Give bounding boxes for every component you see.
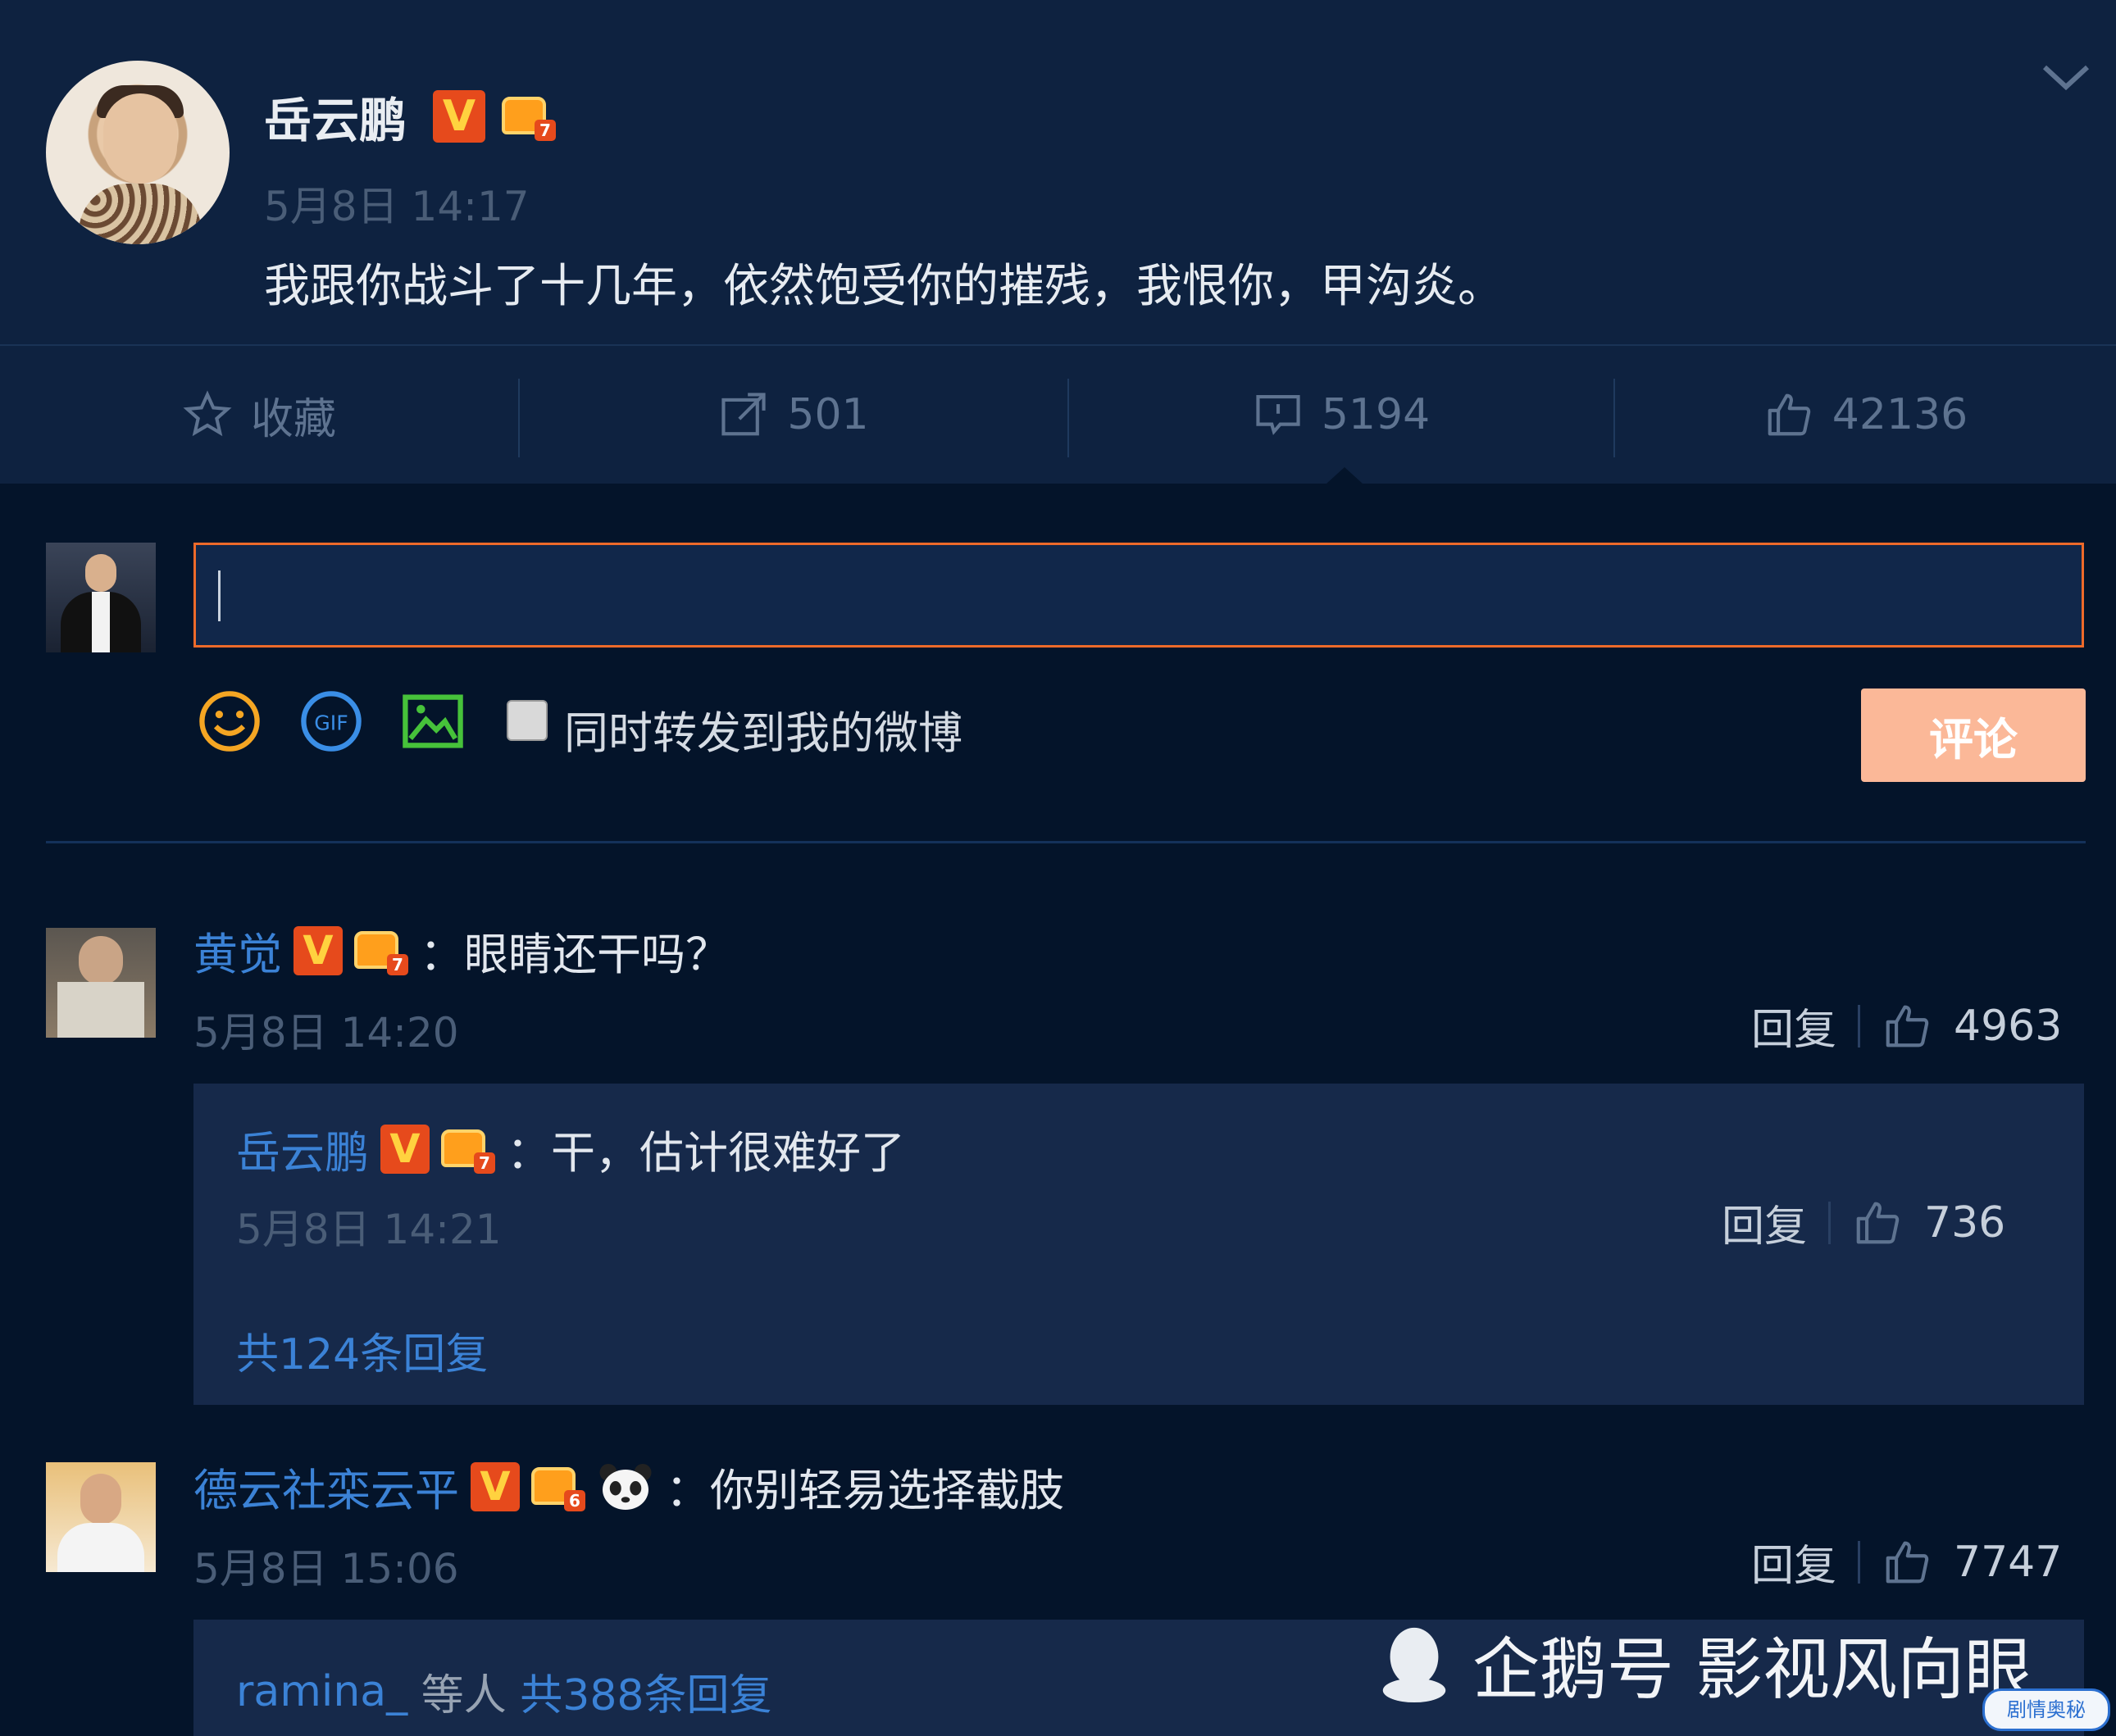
commenter-name[interactable]: 黄觉 bbox=[193, 918, 282, 983]
thumbs-up-icon[interactable] bbox=[1852, 1197, 1903, 1248]
thumbs-up-icon[interactable] bbox=[1882, 1537, 1932, 1588]
section-divider bbox=[46, 841, 2086, 843]
view-all-replies-link[interactable]: 共388条回复 bbox=[520, 1661, 771, 1722]
chevron-down-icon[interactable] bbox=[2040, 61, 2092, 93]
comment-icon bbox=[1256, 394, 1300, 435]
vip-crown-icon: 7 bbox=[441, 1125, 495, 1174]
favorite-button[interactable]: 收藏 bbox=[0, 346, 518, 484]
reply-summary-text: 等人 bbox=[407, 1671, 521, 1720]
submit-comment-button[interactable]: 评论 bbox=[1861, 688, 2086, 782]
reply-button[interactable]: 回复 bbox=[1751, 1531, 1836, 1593]
commenter-avatar[interactable] bbox=[46, 1462, 156, 1572]
reply-like-count: 736 bbox=[1924, 1197, 2006, 1247]
reply-button[interactable]: 回复 bbox=[1751, 995, 1836, 1057]
post-timestamp[interactable]: 5月8日 14:17 bbox=[264, 174, 530, 233]
comment-header: 黄觉 V 7 ： 眼睛还干吗？ bbox=[193, 918, 730, 983]
reply-separator: ： bbox=[507, 1127, 551, 1179]
commenter-avatar[interactable] bbox=[46, 928, 156, 1038]
star-icon bbox=[183, 390, 232, 437]
reply-text: 干，估计很难好了 bbox=[551, 1127, 905, 1179]
like-button[interactable]: 42136 bbox=[1615, 346, 2116, 484]
post-author-row: 岳云鹏 V 7 bbox=[264, 82, 557, 151]
penguin-logo-icon bbox=[1382, 1627, 1446, 1702]
vip-crown-icon: 7 bbox=[354, 926, 408, 975]
comment-count: 5194 bbox=[1321, 390, 1431, 439]
watermark: 企鹅号 影视风向眼 bbox=[1377, 1615, 2032, 1712]
comment-actions: 回复 7747 bbox=[1751, 1531, 2062, 1593]
svg-text:GIF: GIF bbox=[314, 711, 348, 735]
action-bar: 收藏 501 5194 42136 bbox=[0, 344, 2116, 484]
verified-v-icon: V bbox=[380, 1124, 430, 1174]
thumbs-up-icon bbox=[1768, 393, 1810, 436]
divider bbox=[1858, 1540, 1861, 1584]
divider bbox=[1858, 1004, 1861, 1048]
vip-crown-icon: 7 bbox=[502, 92, 557, 141]
like-count: 42136 bbox=[1832, 390, 1968, 439]
comment-actions: 回复 4963 bbox=[1751, 995, 2062, 1057]
thumbs-up-icon[interactable] bbox=[1882, 1001, 1932, 1052]
comment-input[interactable] bbox=[193, 543, 2084, 648]
watermark-badge: 剧情奥秘 bbox=[1982, 1688, 2110, 1731]
repost-to-weibo-checkbox[interactable] bbox=[507, 700, 548, 741]
panda-icon bbox=[599, 1463, 652, 1510]
comment-text: 眼睛还干吗？ bbox=[464, 929, 730, 980]
post-author-avatar[interactable] bbox=[46, 61, 230, 244]
image-icon[interactable] bbox=[398, 687, 467, 756]
divider bbox=[1828, 1201, 1832, 1244]
commenter-name[interactable]: 德云社栾云平 bbox=[193, 1454, 459, 1519]
comment-header: 德云社栾云平 V 6 ： 你别轻易选择截肢 bbox=[193, 1454, 1064, 1519]
reply-header: 岳云鹏 V 7 ： 干，估计很难好了 bbox=[236, 1116, 905, 1181]
verified-v-icon: V bbox=[294, 925, 343, 975]
comment-separator: ： bbox=[420, 929, 464, 980]
watermark-text: 企鹅号 影视风向眼 bbox=[1472, 1631, 2032, 1709]
text-caret bbox=[218, 570, 221, 621]
vip-crown-icon: 6 bbox=[531, 1462, 585, 1511]
comment-timestamp[interactable]: 5月8日 15:06 bbox=[193, 1536, 459, 1595]
current-user-avatar[interactable] bbox=[46, 543, 156, 652]
comment-tab-button[interactable]: 5194 bbox=[1069, 346, 1613, 484]
post-author-name[interactable]: 岳云鹏 bbox=[264, 82, 407, 151]
reply-summary: ramina_ 等人 共388条回复 bbox=[236, 1661, 772, 1722]
repost-button[interactable]: 501 bbox=[520, 346, 1067, 484]
reply-author-name[interactable]: 岳云鹏 bbox=[236, 1116, 369, 1181]
repost-count: 501 bbox=[787, 390, 869, 439]
favorite-label: 收藏 bbox=[250, 394, 336, 444]
comment-text: 你别轻易选择截肢 bbox=[710, 1465, 1064, 1516]
reply-user-link[interactable]: ramina_ bbox=[236, 1667, 407, 1716]
comment-separator: ： bbox=[666, 1465, 710, 1516]
comment-like-count: 7747 bbox=[1954, 1537, 2063, 1587]
verified-v-icon: V bbox=[433, 90, 486, 143]
reply-actions: 回复 736 bbox=[1722, 1192, 2005, 1253]
reply-timestamp[interactable]: 5月8日 14:21 bbox=[236, 1197, 502, 1256]
post-text: 我跟你战斗了十几年，依然饱受你的摧残，我恨你，甲沟炎。 bbox=[264, 260, 1504, 313]
active-tab-pointer bbox=[1326, 467, 1363, 484]
gif-icon[interactable]: GIF bbox=[297, 687, 366, 756]
view-all-replies-link[interactable]: 共124条回复 bbox=[236, 1320, 488, 1381]
reply-button[interactable]: 回复 bbox=[1722, 1192, 1807, 1253]
repost-to-weibo-label[interactable]: 同时转发到我的微博 bbox=[564, 697, 962, 761]
repost-icon bbox=[721, 393, 766, 436]
comment-like-count: 4963 bbox=[1954, 1001, 2063, 1051]
comment-timestamp[interactable]: 5月8日 14:20 bbox=[193, 1000, 459, 1059]
emoji-icon[interactable] bbox=[195, 687, 264, 756]
verified-v-icon: V bbox=[471, 1461, 520, 1511]
